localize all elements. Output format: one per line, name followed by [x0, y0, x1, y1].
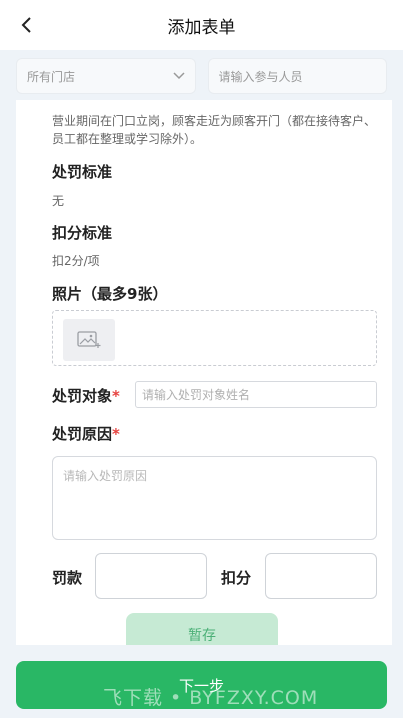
reason-label-text: 处罚原因 [52, 425, 113, 443]
back-button[interactable] [14, 12, 38, 38]
form-card-edge [16, 100, 37, 645]
participant-placeholder: 请输入参与人员 [218, 69, 303, 84]
reason-label: 处罚原因* [52, 423, 120, 444]
filter-bar: 所有门店 请输入参与人员 [0, 52, 403, 100]
points-label: 扣分 [221, 569, 252, 587]
deduction-standard-label: 扣分标准 [52, 224, 113, 242]
target-label-text: 处罚对象 [52, 387, 113, 405]
required-mark: * [112, 387, 120, 405]
participant-input[interactable]: 请输入参与人员 [207, 58, 387, 94]
photos-label: 照片（最多9张） [52, 285, 168, 303]
required-mark: * [112, 425, 120, 443]
header-bar: 添加表单 [0, 0, 403, 50]
target-input[interactable] [135, 381, 377, 408]
penalty-standard-value: 无 [52, 194, 65, 208]
target-label: 处罚对象* [52, 385, 120, 406]
points-input[interactable] [265, 553, 377, 599]
chevron-left-icon [21, 17, 31, 33]
page-title: 添加表单 [167, 17, 236, 38]
chevron-down-icon [172, 72, 185, 80]
penalty-standard-label: 处罚标准 [52, 163, 113, 181]
rule-description: 营业期间在门口立岗，顾客走近为顾客开门（都在接待客户、员工都在整理或学习除外）。 [52, 114, 377, 146]
fine-input[interactable] [95, 553, 207, 599]
add-photo-button[interactable] [63, 319, 115, 361]
store-select[interactable]: 所有门店 [16, 58, 196, 94]
store-select-value: 所有门店 [27, 69, 76, 84]
next-step-button[interactable]: 下一步 [16, 661, 387, 709]
fine-label: 罚款 [52, 569, 83, 587]
reason-textarea[interactable] [52, 456, 377, 540]
photo-upload-area [52, 310, 377, 366]
image-add-icon [77, 331, 101, 348]
deduction-standard-value: 扣2分/项 [52, 254, 100, 268]
